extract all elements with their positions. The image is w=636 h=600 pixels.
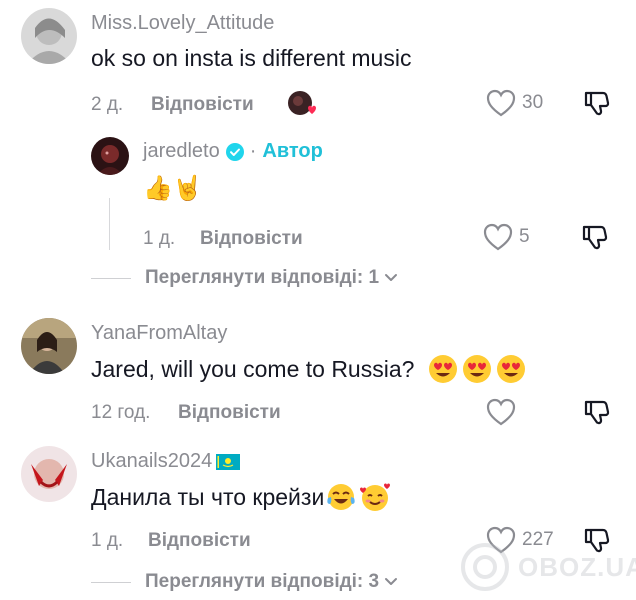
avatar[interactable] bbox=[91, 137, 129, 175]
view-replies-button[interactable]: Переглянути відповіді: 3 bbox=[91, 571, 399, 593]
comment-text-content: Jared, will you come to Russia? bbox=[91, 355, 415, 382]
heart-outline-icon bbox=[486, 89, 516, 117]
heart-outline-icon bbox=[486, 398, 516, 426]
thumbs-down-icon bbox=[584, 91, 610, 116]
reply-username[interactable]: jaredleto bbox=[143, 140, 220, 163]
comment-time: 2 д. bbox=[91, 94, 124, 115]
thumbs-down-icon bbox=[584, 400, 610, 425]
view-replies-label: Переглянути відповіді: 1 bbox=[145, 267, 380, 288]
creator-liked-avatar-icon bbox=[287, 90, 317, 118]
reply-author[interactable]: jaredleto · Автор bbox=[143, 140, 323, 163]
dislike-button[interactable] bbox=[583, 89, 611, 122]
avatar[interactable] bbox=[21, 446, 77, 502]
comment-username[interactable]: Ukanails2024 bbox=[91, 450, 241, 473]
heart-eyes-emoji-icon bbox=[429, 355, 458, 383]
reply-button[interactable]: Відповісти bbox=[148, 530, 251, 552]
comment-text-content: Данила ты что крейзи bbox=[91, 483, 325, 510]
dislike-button[interactable] bbox=[581, 223, 609, 256]
comment-username-text: Ukanails2024 bbox=[91, 450, 213, 472]
author-separator: · bbox=[249, 140, 257, 162]
smiling-face-with-hearts-emoji-icon bbox=[360, 483, 391, 511]
reply-button[interactable]: Відповісти bbox=[200, 228, 303, 250]
comment-text: Jared, will you come to Russia? bbox=[91, 354, 526, 384]
divider bbox=[91, 277, 131, 279]
author-label: Автор bbox=[262, 140, 323, 162]
reply-text: 👍🤘 bbox=[143, 175, 203, 202]
avatar[interactable] bbox=[21, 318, 77, 374]
like-button[interactable] bbox=[486, 398, 516, 426]
like-button[interactable]: 5 bbox=[483, 223, 530, 251]
reply-time: 1 д. bbox=[143, 228, 176, 249]
watermark-text: OBOZ.UA bbox=[518, 551, 636, 582]
comment-time: 1 д. bbox=[91, 530, 124, 551]
reply-button[interactable]: Відповісти bbox=[151, 94, 254, 116]
like-button[interactable]: 30 bbox=[486, 89, 543, 117]
watermark-logo-icon bbox=[461, 543, 509, 591]
dislike-button[interactable] bbox=[583, 398, 611, 431]
thumbs-down-icon bbox=[582, 225, 608, 250]
comment-text: ok so on insta is different music bbox=[91, 45, 412, 71]
tears-of-joy-emoji-icon bbox=[327, 484, 355, 510]
watermark: OBOZ.UA bbox=[460, 542, 636, 592]
view-replies-label: Переглянути відповіді: 3 bbox=[145, 571, 380, 592]
reply-thread-line bbox=[109, 198, 110, 250]
kazakhstan-flag-icon bbox=[216, 453, 241, 470]
avatar[interactable] bbox=[21, 8, 77, 64]
comment-time: 12 год. bbox=[91, 402, 151, 423]
comment-text: Данила ты что крейзи bbox=[91, 482, 391, 512]
heart-eyes-emoji-icon bbox=[497, 355, 526, 383]
chevron-down-icon bbox=[385, 578, 398, 585]
chevron-down-icon bbox=[385, 274, 398, 281]
reply-button[interactable]: Відповісти bbox=[178, 402, 281, 424]
verified-badge-icon bbox=[225, 142, 244, 161]
like-count: 5 bbox=[519, 226, 530, 247]
comment-username[interactable]: Miss.Lovely_Attitude bbox=[91, 12, 274, 35]
heart-eyes-emoji bbox=[428, 354, 526, 384]
comment-username[interactable]: YanaFromAltay bbox=[91, 322, 227, 345]
heart-outline-icon bbox=[483, 223, 513, 251]
like-count: 30 bbox=[522, 92, 544, 113]
heart-eyes-emoji-icon bbox=[463, 355, 492, 383]
divider bbox=[91, 581, 131, 583]
view-replies-button[interactable]: Переглянути відповіді: 1 bbox=[91, 267, 399, 289]
